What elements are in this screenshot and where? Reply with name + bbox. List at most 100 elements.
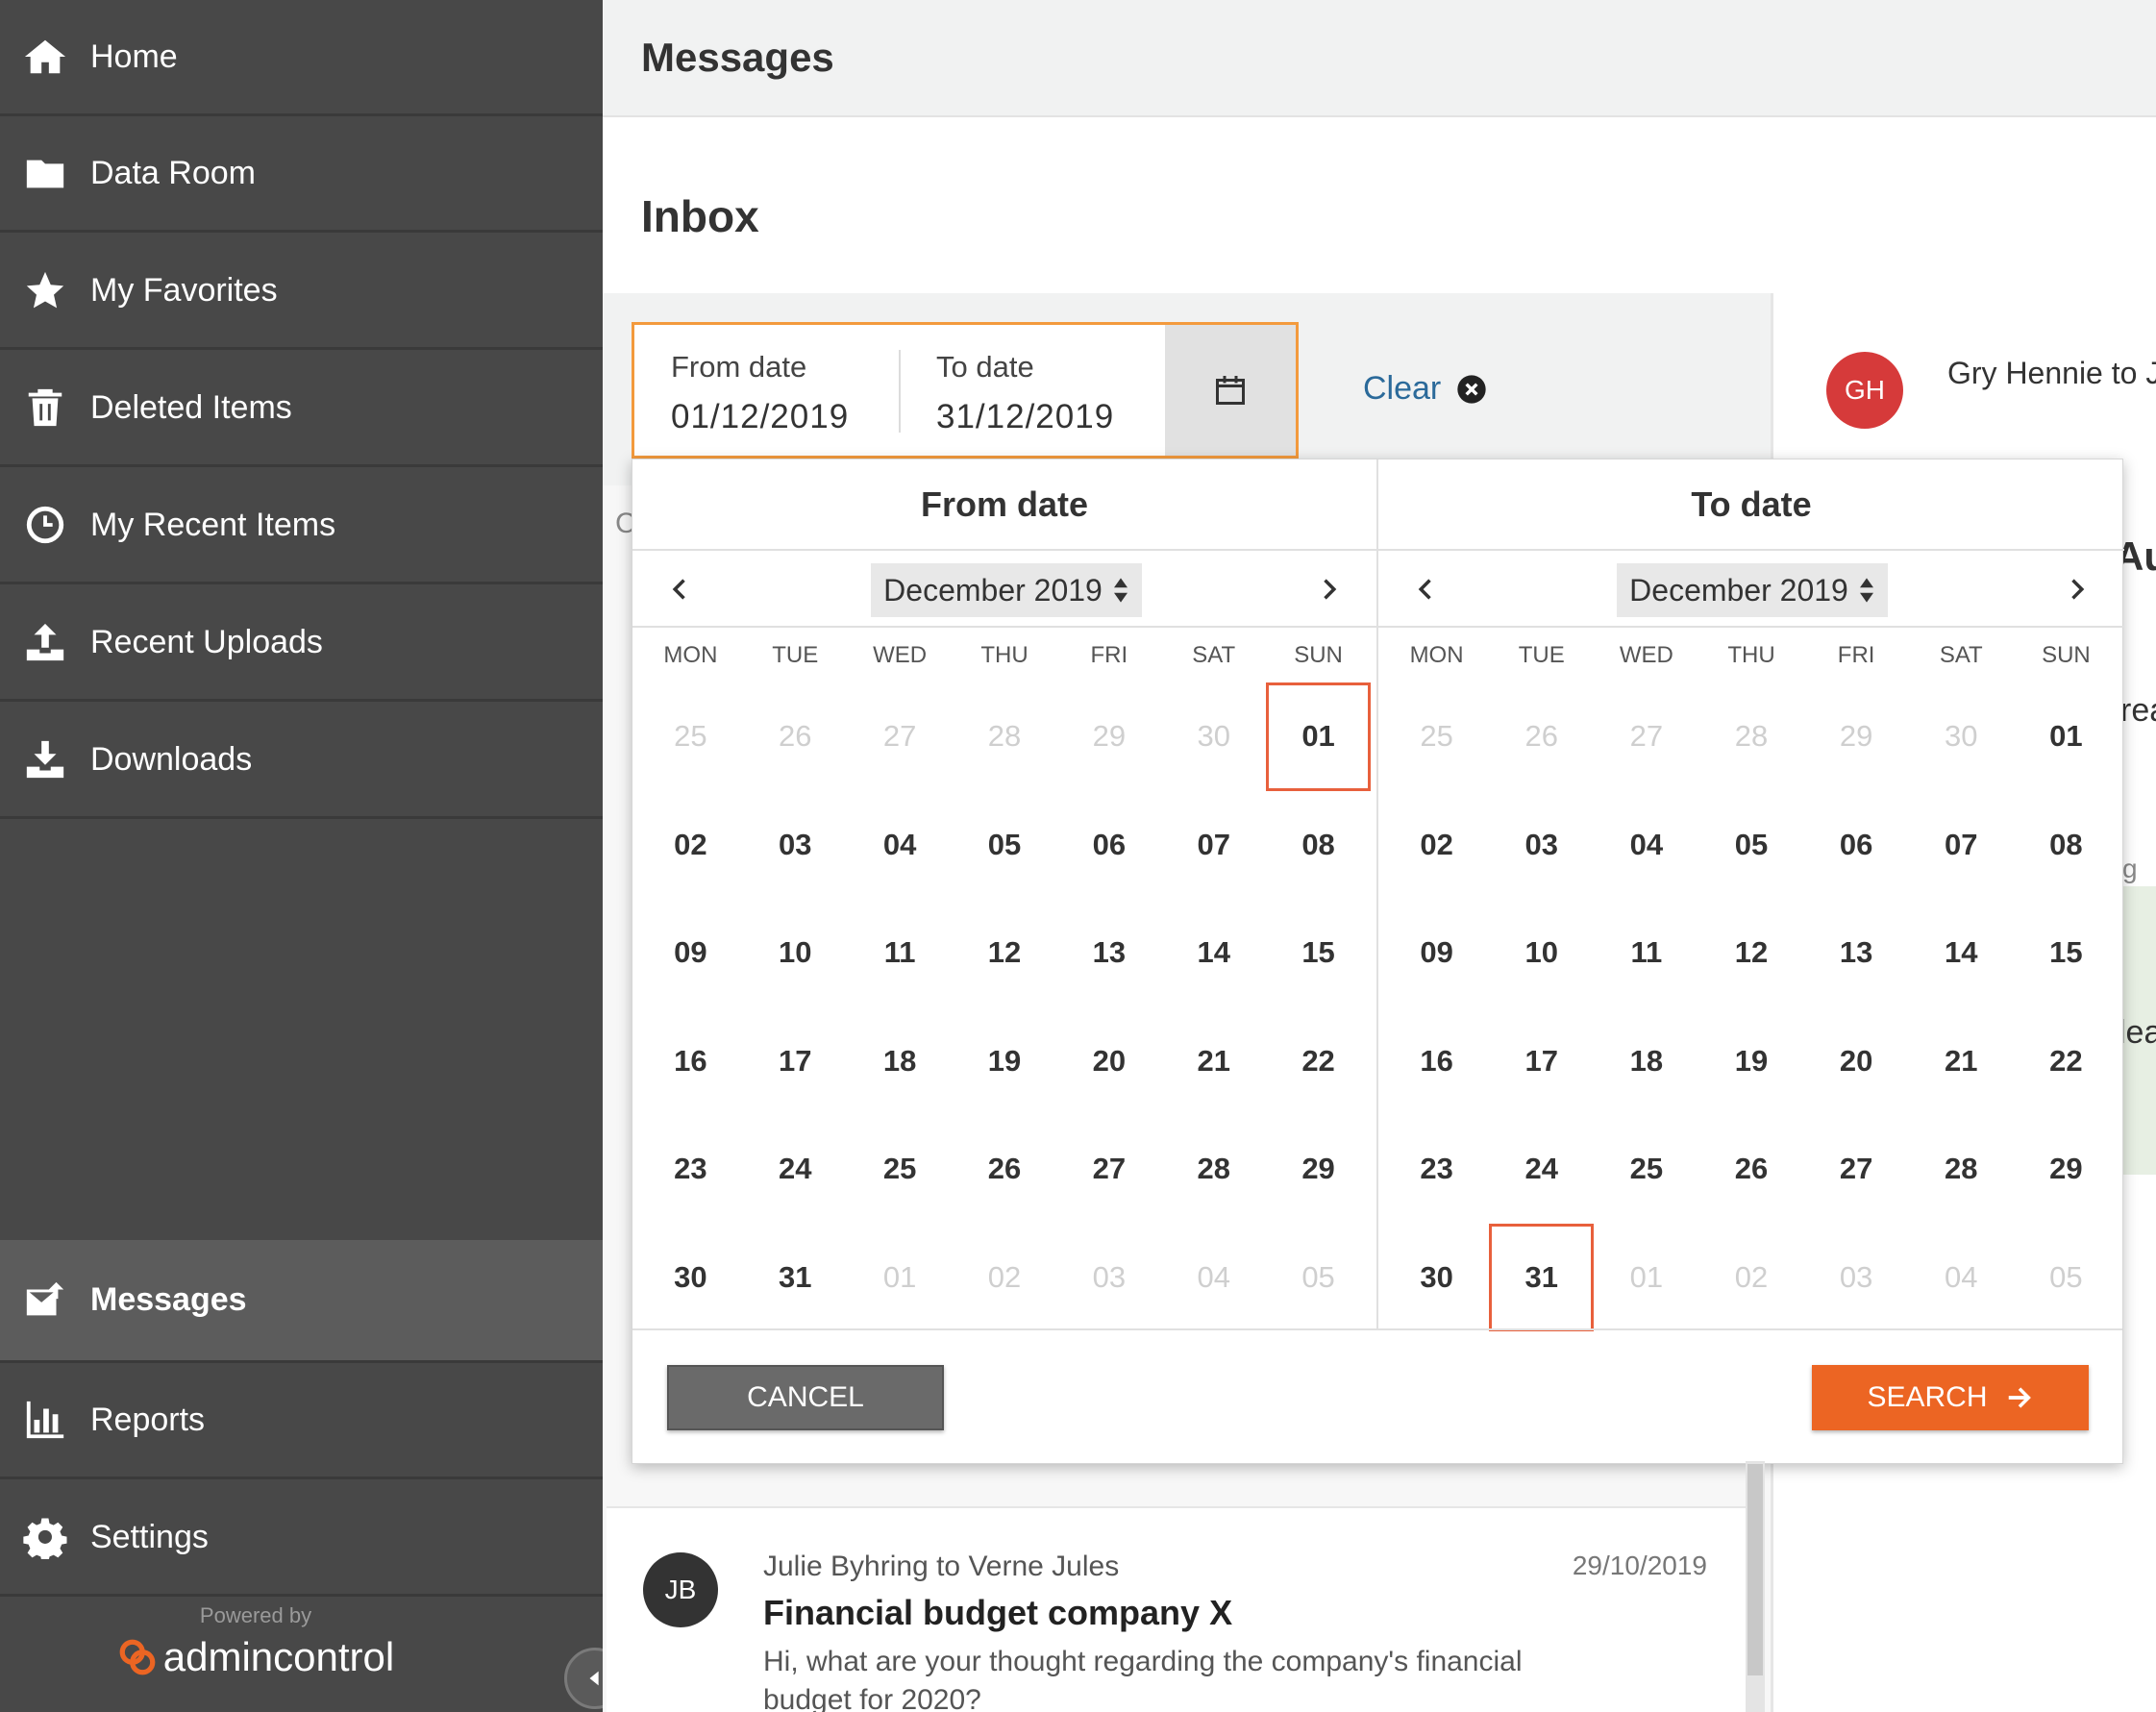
day-cell[interactable]: 25 [848, 1115, 953, 1224]
sidebar-item-recent-uploads[interactable]: Recent Uploads [0, 585, 603, 702]
day-cell[interactable]: 02 [638, 791, 743, 900]
day-cell[interactable]: 27 [848, 682, 953, 791]
day-cell[interactable]: 01 [2014, 682, 2119, 791]
day-cell[interactable]: 21 [1909, 1007, 2014, 1116]
day-cell[interactable]: 18 [1594, 1007, 1698, 1116]
next-month-button[interactable] [2055, 568, 2097, 610]
month-select[interactable]: December 2019 [871, 563, 1142, 617]
day-cell[interactable]: 26 [743, 682, 848, 791]
day-cell[interactable]: 26 [953, 1115, 1057, 1224]
day-cell[interactable]: 10 [743, 899, 848, 1007]
day-cell[interactable]: 24 [1489, 1115, 1594, 1224]
day-cell[interactable]: 16 [638, 1007, 743, 1116]
day-cell[interactable]: 26 [1489, 682, 1594, 791]
day-cell[interactable]: 28 [953, 682, 1057, 791]
day-cell[interactable]: 23 [638, 1115, 743, 1224]
day-cell[interactable]: 07 [1909, 791, 2014, 900]
day-cell[interactable]: 18 [848, 1007, 953, 1116]
day-cell[interactable]: 25 [638, 682, 743, 791]
sidebar-item-my-recent-items[interactable]: My Recent Items [0, 468, 603, 584]
day-cell[interactable]: 14 [1909, 899, 2014, 1007]
day-cell[interactable]: 04 [1909, 1224, 2014, 1332]
day-cell[interactable]: 04 [848, 791, 953, 900]
day-cell[interactable]: 27 [1594, 682, 1698, 791]
day-cell[interactable]: 29 [1804, 682, 1909, 791]
day-cell[interactable]: 19 [1698, 1007, 1803, 1116]
day-cell[interactable]: 07 [1161, 791, 1266, 900]
day-cell[interactable]: 28 [1909, 1115, 2014, 1224]
day-cell[interactable]: 27 [1804, 1115, 1909, 1224]
day-cell[interactable]: 13 [1804, 899, 1909, 1007]
day-cell[interactable]: 20 [1804, 1007, 1909, 1116]
clear-button[interactable]: Clear [1363, 370, 1487, 408]
day-cell[interactable]: 05 [1266, 1224, 1371, 1332]
sidebar-item-reports[interactable]: Reports [0, 1363, 603, 1479]
day-cell[interactable]: 29 [1056, 682, 1161, 791]
day-cell[interactable]: 05 [953, 791, 1057, 900]
day-cell[interactable]: 30 [1384, 1224, 1489, 1332]
day-cell[interactable]: 26 [1698, 1115, 1803, 1224]
prev-month-button[interactable] [1405, 568, 1448, 610]
day-cell[interactable]: 24 [743, 1115, 848, 1224]
to-date-field[interactable]: To date 31/12/2019 [936, 325, 1157, 456]
day-cell[interactable]: 14 [1161, 899, 1266, 1007]
day-cell[interactable]: 08 [2014, 791, 2119, 900]
next-month-button[interactable] [1307, 568, 1350, 610]
day-cell[interactable]: 15 [2014, 899, 2119, 1007]
list-item[interactable]: JB Julie Byhring to Verne Jules 29/10/20… [607, 1506, 1746, 1712]
day-cell[interactable]: 03 [1489, 791, 1594, 900]
day-cell[interactable]: 06 [1804, 791, 1909, 900]
day-cell[interactable]: 16 [1384, 1007, 1489, 1116]
sidebar-item-messages[interactable]: Messages [0, 1240, 603, 1363]
prev-month-button[interactable] [659, 568, 702, 610]
day-cell[interactable]: 11 [848, 899, 953, 1007]
sidebar-item-deleted-items[interactable]: Deleted Items [0, 351, 603, 467]
date-range-input[interactable]: From date 01/12/2019 To date 31/12/2019 [632, 322, 1299, 459]
day-cell[interactable]: 03 [1804, 1224, 1909, 1332]
day-cell[interactable]: 31 [743, 1224, 848, 1332]
day-cell[interactable]: 09 [1384, 899, 1489, 1007]
from-date-field[interactable]: From date 01/12/2019 [671, 325, 892, 456]
day-cell[interactable]: 10 [1489, 899, 1594, 1007]
day-cell[interactable]: 04 [1594, 791, 1698, 900]
day-cell[interactable]: 01 [1594, 1224, 1698, 1332]
day-cell[interactable]: 05 [1698, 791, 1803, 900]
day-cell[interactable]: 25 [1594, 1115, 1698, 1224]
day-cell[interactable]: 20 [1056, 1007, 1161, 1116]
sidebar-item-data-room[interactable]: Data Room [0, 116, 603, 233]
day-cell[interactable]: 04 [1161, 1224, 1266, 1332]
day-cell[interactable]: 12 [953, 899, 1057, 1007]
day-cell[interactable]: 27 [1056, 1115, 1161, 1224]
day-cell[interactable]: 22 [2014, 1007, 2119, 1116]
day-cell[interactable]: 17 [1489, 1007, 1594, 1116]
day-cell[interactable]: 28 [1698, 682, 1803, 791]
day-cell[interactable]: 02 [1384, 791, 1489, 900]
day-cell[interactable]: 08 [1266, 791, 1371, 900]
search-button[interactable]: SEARCH [1812, 1365, 2089, 1430]
day-cell[interactable]: 29 [1266, 1115, 1371, 1224]
day-cell[interactable]: 03 [743, 791, 848, 900]
day-cell[interactable]: 21 [1161, 1007, 1266, 1116]
selected-day-cell[interactable]: 31 [1489, 1223, 1595, 1331]
day-cell[interactable]: 02 [953, 1224, 1057, 1332]
cancel-button[interactable]: CANCEL [667, 1365, 944, 1430]
day-cell[interactable]: 03 [1056, 1224, 1161, 1332]
day-cell[interactable]: 17 [743, 1007, 848, 1116]
day-cell[interactable]: 06 [1056, 791, 1161, 900]
day-cell[interactable]: 12 [1698, 899, 1803, 1007]
day-cell[interactable]: 05 [2014, 1224, 2119, 1332]
day-cell[interactable]: 29 [2014, 1115, 2119, 1224]
day-cell[interactable]: 22 [1266, 1007, 1371, 1116]
day-cell[interactable]: 19 [953, 1007, 1057, 1116]
day-cell[interactable]: 30 [1909, 682, 2014, 791]
sidebar-item-settings[interactable]: Settings [0, 1480, 603, 1597]
day-cell[interactable]: 23 [1384, 1115, 1489, 1224]
day-cell[interactable]: 01 [848, 1224, 953, 1332]
day-cell[interactable]: 13 [1056, 899, 1161, 1007]
day-cell[interactable]: 30 [638, 1224, 743, 1332]
sidebar-item-my-favorites[interactable]: My Favorites [0, 234, 603, 350]
scrollbar-thumb[interactable] [1747, 1464, 1763, 1675]
day-cell[interactable]: 30 [1161, 682, 1266, 791]
day-cell[interactable]: 28 [1161, 1115, 1266, 1224]
selected-day-cell[interactable]: 01 [1266, 682, 1371, 791]
